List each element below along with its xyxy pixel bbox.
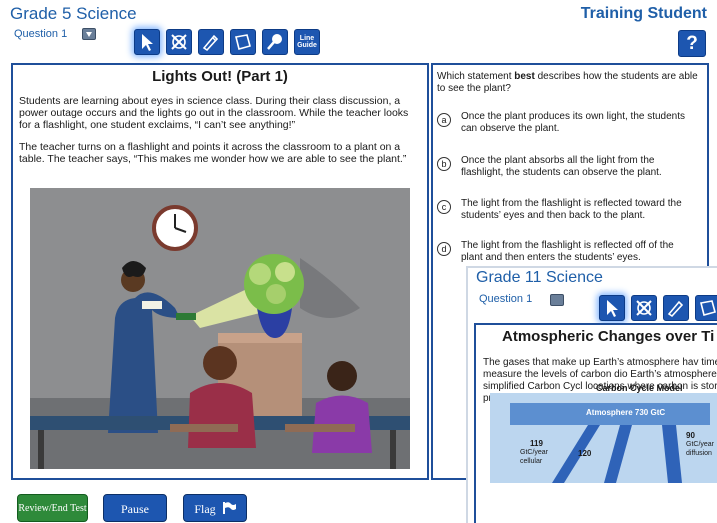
flow-3-value: 90 [686,431,695,440]
overlay-toolbar [599,295,717,321]
stem-emphasis: best [514,71,535,82]
pointer-icon [607,300,618,317]
atmosphere-label: Atmosphere 730 GtC [586,408,666,417]
flow-3-text: diffusion [686,450,712,457]
choice-bubble-d[interactable]: d [437,242,451,256]
overlay-pointer-tool-button[interactable] [599,295,625,321]
carbon-cycle-diagram: Atmosphere 730 GtC 119 GtC/year cellular… [490,393,717,483]
choice-text-b: Once the plant absorbs all the light fro… [461,155,662,178]
overlay-passage-title: Atmospheric Changes over Ti [502,328,715,345]
passage-paragraph: Students are learning about eyes in scie… [19,95,409,131]
notepad-tool-button[interactable] [230,29,256,55]
highlighter-icon [667,300,684,318]
answer-choice-d[interactable]: d The light from the flashlight is refle… [437,240,689,264]
pause-button[interactable]: Pause [103,494,167,522]
choice-bubble-a[interactable]: a [437,113,451,127]
choice-text-d: The light from the flashlight is reflect… [461,240,674,263]
carbon-cycle-graphic [510,403,710,483]
overlay-test-title: Grade 11 Science [476,269,603,286]
overlay-eliminator-tool-button[interactable] [631,295,657,321]
choice-text-c: The light from the flashlight is reflect… [461,198,682,221]
flag-label: Flag [194,502,216,516]
highlighter-tool-button[interactable] [198,29,224,55]
passage-panel: Lights Out! (Part 1) Students are learni… [11,63,429,480]
passage-paragraph: The teacher turns on a flashlight and po… [19,141,407,165]
question-selector-label: Question 1 [14,28,68,40]
overlay-question-dropdown[interactable] [550,294,564,306]
flag-icon [222,502,236,514]
plant [244,254,304,314]
toolbar: Line Guide [134,29,320,55]
overlay-notepad-tool-button[interactable] [695,295,717,321]
choice-bubble-c[interactable]: c [437,200,451,214]
choice-text-a: Once the plant produces its own light, t… [461,111,686,134]
passage-title: Lights Out! (Part 1) [152,68,288,85]
flag-button[interactable]: Flag [183,494,247,522]
carbon-cycle-title: Carbon Cycle Model [596,383,683,393]
magnifier-icon [267,34,282,50]
line-guide-icon: Line Guide [297,35,317,49]
eliminator-icon [636,300,652,316]
flow-1-value: 119 [530,439,543,448]
magnifier-tool-button[interactable] [262,29,288,55]
line-guide-label-2: Guide [297,42,317,49]
pointer-icon [142,34,153,51]
classroom-illustration [30,188,410,469]
flow-3-unit: GtC/year [686,441,715,448]
notepad-icon [700,300,716,316]
student-2 [327,361,357,391]
second-test-screenshot: Grade 11 Science Question 1 Atmospheric … [466,266,717,523]
question-stem: Which statement best describes how the s… [437,71,703,95]
flow-1-text: cellular [520,458,543,465]
answer-choice-c[interactable]: c The light from the flashlight is refle… [437,198,689,222]
answer-choice-b[interactable]: b Once the plant absorbs all the light f… [437,155,689,179]
flashlight [176,313,196,320]
answer-choice-a[interactable]: a Once the plant produces its own light,… [437,111,689,135]
pointer-tool-button[interactable] [134,29,160,55]
review-end-test-button[interactable]: Review/End Test [17,494,88,522]
student-1 [203,346,237,380]
flow-1-unit: GtC/year [520,449,549,456]
eliminator-icon [171,34,187,50]
highlighter-icon [202,34,219,52]
stem-text: Which statement [437,71,515,82]
question-dropdown[interactable] [82,28,96,40]
help-button[interactable]: ? [678,30,706,57]
overlay-highlighter-tool-button[interactable] [663,295,689,321]
eliminator-tool-button[interactable] [166,29,192,55]
line-guide-label-1: Line [299,35,315,42]
line-guide-button[interactable]: Line Guide [294,29,320,55]
help-icon: ? [686,33,698,54]
test-title: Grade 5 Science [10,4,137,23]
overlay-question-label: Question 1 [479,293,533,305]
top-bar: Grade 5 Science Training Student Questio… [0,0,717,62]
flow-2-value: 120 [578,449,592,458]
choice-bubble-b[interactable]: b [437,157,451,171]
student-name: Training Student [580,5,707,22]
notepad-icon [235,34,251,50]
